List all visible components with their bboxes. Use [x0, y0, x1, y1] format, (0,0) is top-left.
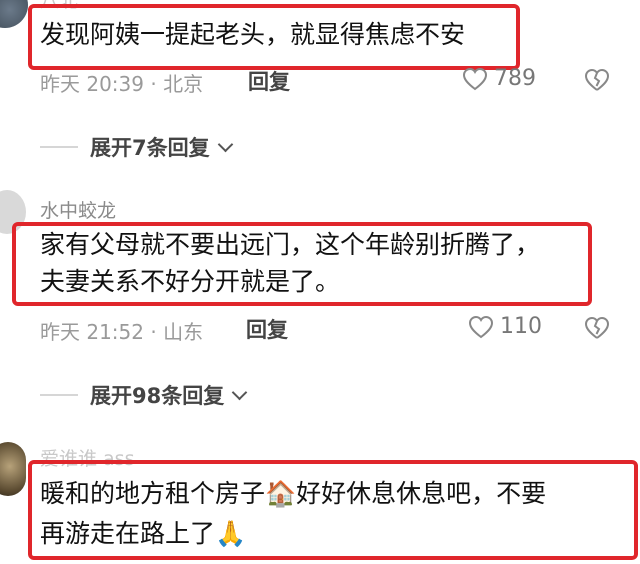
heart-icon — [468, 315, 494, 338]
divider — [40, 146, 78, 148]
house-emoji-icon: 🏠 — [265, 479, 297, 508]
expand-label: 展开7条回复 — [90, 136, 210, 160]
like-count: 110 — [500, 314, 542, 339]
like-button[interactable]: 789 — [462, 66, 536, 91]
comment-fragment: 再游走在路上了 — [40, 519, 216, 548]
username: 水中蛟龙 — [40, 200, 117, 222]
reply-button[interactable]: 回复 — [246, 314, 288, 344]
like-button[interactable]: 110 — [468, 314, 542, 339]
comment-fragment: 暖和的地方租个房子 — [40, 479, 266, 508]
chevron-down-icon — [231, 384, 248, 400]
pray-emoji-icon: 🙏 — [215, 519, 247, 548]
comment-text: 发现阿姨一提起老头，就显得焦虑不安 — [40, 20, 466, 49]
chevron-down-icon — [217, 136, 233, 152]
avatar[interactable] — [0, 442, 26, 496]
comment-text: 家有父母就不要出远门，这个年龄别折腾了， 夫妻关系不好分开就是了。 — [40, 226, 540, 300]
comment-fragment: 好好休息休息吧，不要 — [296, 479, 547, 508]
avatar[interactable] — [0, 0, 28, 28]
comment-line: 家有父母就不要出远门，这个年龄别折腾了， — [40, 230, 541, 259]
like-count: 789 — [494, 66, 536, 91]
expand-replies[interactable]: 展开98条回复 — [40, 380, 248, 410]
broken-heart-icon[interactable] — [584, 316, 610, 340]
comment-time-location: 昨天 20:39 · 北京 — [40, 72, 204, 96]
expand-label: 展开98条回复 — [90, 384, 225, 408]
heart-icon — [462, 67, 488, 90]
comment-line: 暖和的地方租个房子🏠好好休息休息吧，不要 — [40, 474, 546, 514]
comment-time-location: 昨天 21:52 · 山东 — [40, 320, 204, 344]
comment-text: 暖和的地方租个房子🏠好好休息休息吧，不要 再游走在路上了🙏 — [40, 474, 546, 554]
divider — [40, 394, 78, 396]
reply-button[interactable]: 回复 — [248, 66, 290, 96]
comment-line: 夫妻关系不好分开就是了。 — [40, 267, 341, 296]
comment-line: 再游走在路上了🙏 — [40, 514, 546, 554]
expand-replies[interactable]: 展开7条回复 — [40, 132, 233, 162]
broken-heart-icon[interactable] — [584, 68, 610, 92]
